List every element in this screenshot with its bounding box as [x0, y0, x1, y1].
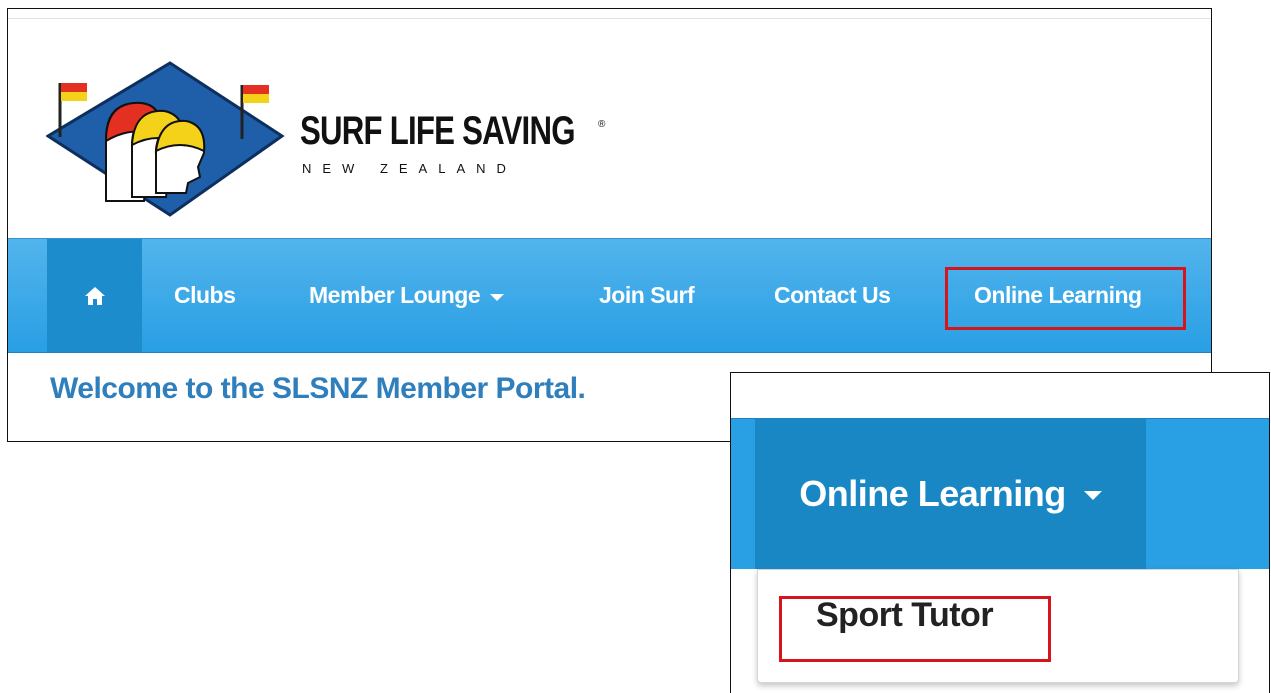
nav-contact-us[interactable]: Contact Us	[774, 239, 891, 352]
online-learning-menu-label: Online Learning	[799, 472, 1066, 514]
main-nav: Clubs Member Lounge Join Surf Contact Us…	[8, 238, 1211, 353]
nav-home[interactable]	[47, 239, 142, 352]
welcome-message: Welcome to the SLSNZ Member Portal.	[50, 372, 586, 405]
logo-title: SURF LIFE SAVING	[300, 109, 575, 153]
online-learning-menu[interactable]: Online Learning	[755, 418, 1146, 569]
nav-join-surf[interactable]: Join Surf	[599, 239, 695, 352]
nav-contact-us-label: Contact Us	[774, 282, 891, 308]
nav-clubs[interactable]: Clubs	[174, 239, 236, 352]
home-icon	[84, 286, 105, 305]
nav-member-lounge[interactable]: Member Lounge	[309, 239, 505, 352]
highlight-online-learning	[945, 267, 1186, 330]
caret-down-icon	[1083, 490, 1102, 500]
nav-join-surf-label: Join Surf	[599, 282, 695, 308]
highlight-sport-tutor	[779, 596, 1051, 662]
dropdown-inset: Online Learning Sport Tutor	[730, 372, 1270, 693]
nav-clubs-label: Clubs	[174, 282, 236, 308]
header-divider	[8, 18, 1211, 19]
registered-mark: ®	[598, 119, 606, 130]
logo-subtitle: NEW ZEALAND	[302, 161, 517, 176]
caret-down-icon	[490, 293, 505, 301]
nav-member-lounge-label: Member Lounge	[309, 282, 481, 308]
lifeguards-emblem-icon	[46, 61, 285, 217]
slsnz-logo[interactable]: SURF LIFE SAVING ® NEW ZEALAND	[46, 61, 606, 221]
